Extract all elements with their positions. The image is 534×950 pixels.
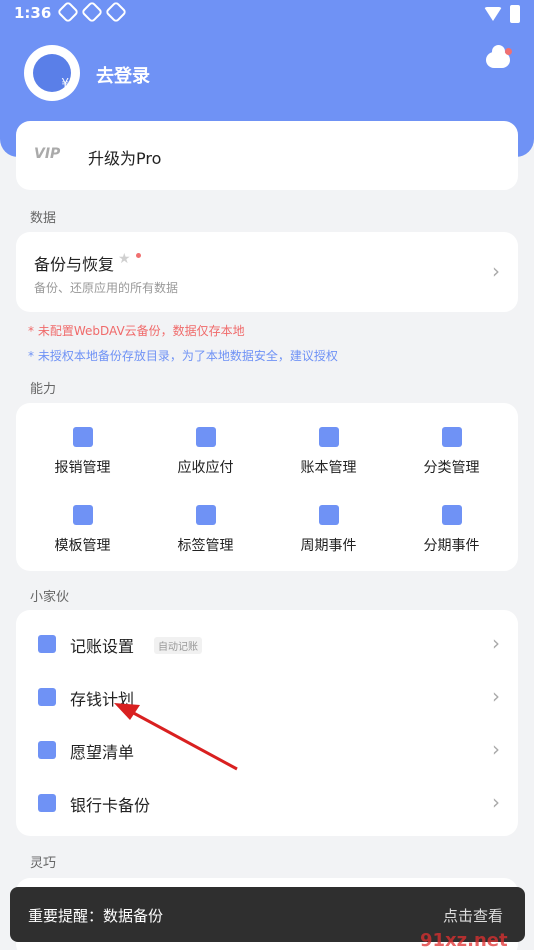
wrench-icon (38, 635, 56, 653)
badge-dot (136, 253, 141, 258)
chevron-right-icon: › (492, 684, 500, 708)
chevron-right-icon: › (492, 737, 500, 761)
upgrade-pro-label: 升级为Pro (88, 149, 162, 168)
backup-subtitle: 备份、还原应用的所有数据 (34, 281, 179, 295)
layers-icon (195, 427, 216, 447)
webdav-warning[interactable]: * 未配置WebDAV云备份，数据仅存本地 (28, 322, 245, 339)
tag-icon (195, 505, 216, 525)
backup-reminder-toast[interactable]: 重要提醒：数据备份 点击查看 (10, 887, 525, 942)
chevron-right-icon: › (492, 631, 500, 655)
cycle-icon (318, 505, 339, 525)
ability-cycle-event[interactable]: 周期事件 (266, 505, 391, 555)
chevron-right-icon: › (492, 790, 500, 814)
backup-restore-item[interactable]: 备份与恢复 ★ 备份、还原应用的所有数据 › (16, 232, 518, 312)
ability-category[interactable]: 分类管理 (389, 427, 514, 477)
section-title-abilities: 能力 (30, 382, 57, 397)
list-item-savings-plan[interactable]: 存钱计划 › (16, 670, 518, 723)
section-title-smart: 灵巧 (30, 856, 57, 871)
book-icon (318, 427, 339, 447)
notification-dot (505, 48, 512, 55)
avatar[interactable] (24, 45, 80, 101)
battery-icon (510, 5, 520, 23)
auto-bookkeeping-tag: 自动记账 (154, 637, 202, 654)
toast-view-button[interactable]: 点击查看 (443, 905, 503, 926)
widgets-list: 记账设置 自动记账 › 存钱计划 › 愿望清单 › 银行卡备份 › (16, 610, 518, 836)
status-time: 1:36 (14, 4, 52, 22)
list-item-wishlist[interactable]: 愿望清单 › (16, 723, 518, 776)
notification-app-icon (104, 0, 128, 24)
clock-icon (441, 505, 462, 525)
ability-installment-event[interactable]: 分期事件 (389, 505, 514, 555)
notification-app-icon (80, 0, 104, 24)
ability-template[interactable]: 模板管理 (20, 505, 145, 555)
category-icon (441, 427, 462, 447)
notification-icons (56, 0, 128, 24)
abilities-grid: 报销管理 应收应付 账本管理 分类管理 模板管理 标签管理 周期事件 分期事件 (16, 403, 518, 571)
ability-tag[interactable]: 标签管理 (143, 505, 268, 555)
list-item-bookkeeping-settings[interactable]: 记账设置 自动记账 › (16, 617, 518, 670)
wifi-icon (484, 7, 502, 21)
star-icon (38, 741, 56, 759)
section-title-data: 数据 (30, 211, 57, 226)
bird-logo-icon (33, 54, 71, 92)
ability-ledger[interactable]: 账本管理 (266, 427, 391, 477)
notification-app-icon (56, 0, 80, 24)
status-bar: 1:36 (0, 0, 534, 28)
flag-icon (38, 688, 56, 706)
cube-icon (72, 505, 93, 525)
list-item-bank-card-backup[interactable]: 银行卡备份 › (16, 776, 518, 829)
upgrade-pro-card[interactable]: VIP 升级为Pro (16, 121, 518, 190)
star-icon: ★ (118, 251, 131, 267)
authorize-warning[interactable]: * 未授权本地备份存放目录，为了本地数据安全，建议授权 (28, 347, 338, 364)
reimbursement-icon (72, 427, 93, 447)
ability-reimbursement[interactable]: 报销管理 (20, 427, 145, 477)
chevron-right-icon: › (492, 259, 500, 283)
section-title-widgets: 小家伙 (30, 590, 70, 605)
login-link[interactable]: 去登录 (96, 62, 150, 88)
ability-receivables[interactable]: 应收应付 (143, 427, 268, 477)
toast-text: 重要提醒：数据备份 (28, 907, 164, 925)
backup-title: 备份与恢复 (34, 255, 115, 274)
card-icon (38, 794, 56, 812)
vip-logo-icon: VIP (34, 146, 61, 162)
